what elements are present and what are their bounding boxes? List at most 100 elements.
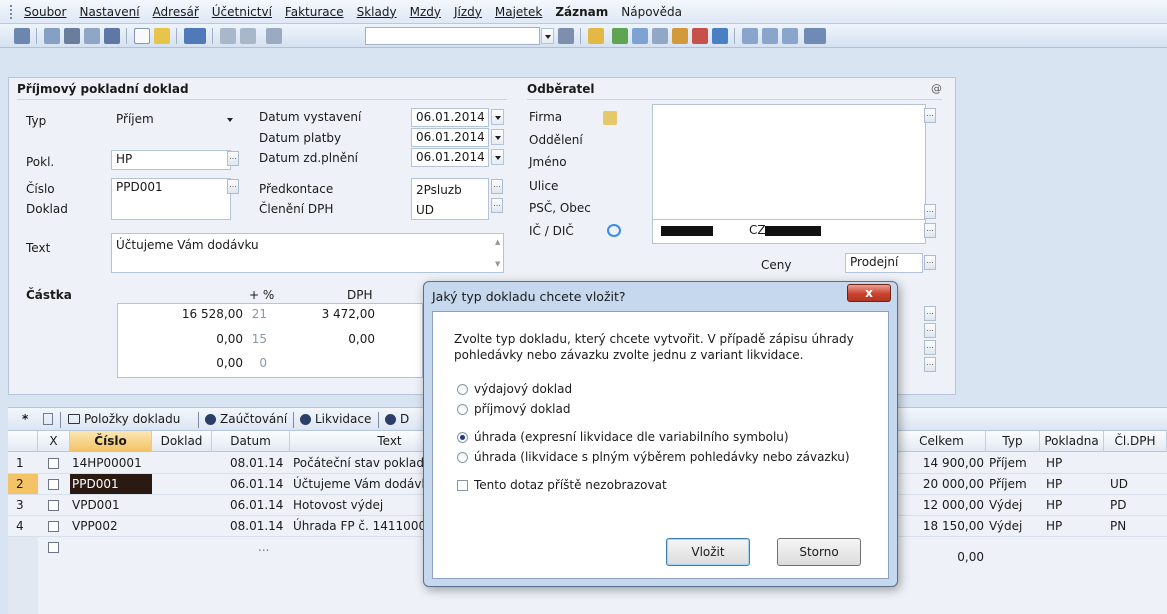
amount-base[interactable]: 0,00 [139,356,243,370]
extra-lookup-button-2[interactable]: ... [924,323,936,338]
new-record-marker[interactable]: * [22,412,28,426]
cleneni-lookup-button[interactable]: ... [491,198,503,213]
cell-celkem[interactable]: 12 000,00 [904,495,984,515]
cell-typ[interactable]: Výdej [989,516,1022,536]
copy-icon[interactable] [266,28,282,44]
cell-typ[interactable]: Příjem [989,474,1027,494]
row-checkbox[interactable] [48,521,59,532]
column-header-typ[interactable]: Typ [986,431,1040,452]
cell-text[interactable]: Hotovost výdej [293,495,428,515]
cell-cislo-selected[interactable]: PPD001 [70,474,152,494]
cell-pokladna[interactable]: HP [1046,516,1062,536]
menu-zaznam[interactable]: Záznam [555,5,608,19]
toolbar-search-field[interactable] [365,27,540,45]
option-uhrada-plny[interactable]: úhrada (likvidace s plným výběrem pohled… [457,450,850,464]
menu-jizdy[interactable]: Jízdy [454,5,482,19]
datum-vystaveni-input[interactable]: 06.01.2014 [411,108,489,127]
firma-lookup-button[interactable]: ... [924,108,936,123]
extra-lookup-button-4[interactable]: ... [924,357,936,372]
column-header-pokladna[interactable]: Pokladna [1040,431,1104,452]
scroll-down-icon[interactable]: ▼ [495,260,500,268]
cell-cldph[interactable]: PD [1110,495,1126,515]
cell-text[interactable]: Úhrada FP č. 141100001 [293,516,428,536]
menu-adresar[interactable]: Adresář [153,5,199,19]
column-header-doklad[interactable]: Doklad [152,431,212,452]
address-book-icon[interactable] [603,111,617,125]
cislo-lookup-button[interactable]: ... [227,179,239,194]
column-header-cislo[interactable]: Číslo [70,431,152,452]
back-arrow-icon[interactable] [184,28,206,44]
table-icon[interactable] [632,28,648,44]
datum-platby-dropdown[interactable] [491,129,504,145]
cell-cldph[interactable]: UD [1110,474,1128,494]
chevron-down-icon[interactable] [227,118,233,122]
menubar-grip[interactable] [10,4,14,19]
cell-cislo[interactable]: VPD001 [72,495,152,515]
row-checkbox[interactable] [48,479,59,490]
amount-dph[interactable]: 0,00 [289,332,375,346]
tool-icon[interactable] [612,28,628,44]
list-icon-3[interactable] [782,28,798,44]
dialog-close-button[interactable]: x [847,284,891,302]
cell-typ[interactable]: Příjem [989,453,1027,473]
menu-nastaveni[interactable]: Nastavení [79,5,139,19]
option-prijmovy[interactable]: příjmový doklad [457,402,570,416]
print-icon[interactable] [64,28,80,44]
toolbar-icon-1[interactable] [14,28,30,44]
ceny-input[interactable]: Prodejní [845,253,923,273]
cell-cislo[interactable]: VPP002 [72,516,152,536]
toolbar-field-dropdown[interactable] [541,28,554,44]
row-checkbox[interactable] [48,542,59,553]
typ-select[interactable]: Příjem [111,110,239,129]
cancel-button[interactable]: Storno [777,538,861,566]
column-header-cldph[interactable]: Čl.DPH [1104,431,1167,452]
menu-mzdy[interactable]: Mzdy [410,5,441,19]
column-header-datum[interactable]: Datum [212,431,290,452]
filter-icon[interactable] [43,413,53,425]
cell-text[interactable]: Účtujeme Vám dodávku [293,474,428,494]
pokl-lookup-button[interactable]: ... [227,151,239,166]
cell-datum[interactable]: 08.01.14 [230,516,283,536]
internet-icon[interactable] [607,224,621,237]
option-uhrada-expresni[interactable]: úhrada (expresní likvidace dle variabiln… [457,430,789,444]
cell-celkem[interactable]: 18 150,00 [904,516,984,536]
scroll-up-icon[interactable]: ▲ [495,238,500,246]
calc-icon[interactable] [652,28,668,44]
predkontace-input[interactable]: 2Psluzb UD [411,178,489,220]
insert-button[interactable]: Vložit [666,538,750,566]
cell-cislo[interactable]: 14HP00001 [72,453,152,473]
cell-celkem[interactable]: 20 000,00 [904,474,984,494]
cell-datum[interactable]: 06.01.14 [230,474,283,494]
cell-pokladna[interactable]: HP [1046,474,1062,494]
chart-icon[interactable] [692,28,708,44]
folder-icon[interactable] [588,28,604,44]
pokl-input[interactable]: HP [111,150,231,170]
tab-polozky[interactable]: Položky dokladu [68,412,180,426]
email-icon[interactable]: @ [931,82,942,95]
cell-datum[interactable]: 08.01.14 [230,453,283,473]
extra-lookup-button-3[interactable]: ... [924,340,936,355]
text-input[interactable]: Účtujeme Vám dodávku [111,233,504,273]
column-header-x[interactable]: X [38,431,70,452]
datum-zdplneni-dropdown[interactable] [491,149,504,165]
menu-napoveda[interactable]: Nápověda [621,5,682,19]
export-icon[interactable] [104,28,120,44]
menu-sklady[interactable]: Sklady [357,5,397,19]
menu-fakturace[interactable]: Fakturace [285,5,344,19]
extra-lookup-button-1[interactable]: ... [924,306,936,321]
cell-datum[interactable]: 06.01.14 [230,495,283,515]
amount-dph[interactable]: 3 472,00 [289,307,375,321]
cell-pokladna[interactable]: HP [1046,495,1062,515]
cislo-input[interactable]: PPD001 [111,178,231,220]
menu-ucetnictvi[interactable]: Účetnictví [212,5,272,19]
datum-vystaveni-dropdown[interactable] [491,109,504,125]
cell-typ[interactable]: Výdej [989,495,1022,515]
menu-soubor[interactable]: Soubor [24,5,66,19]
column-header-celkem[interactable]: Celkem [898,431,986,452]
menu-majetek[interactable]: Majetek [495,5,542,19]
tab-d[interactable]: D [385,412,409,426]
filter-icon[interactable] [558,28,574,44]
cell-pokladna[interactable]: HP [1046,453,1062,473]
preview-icon[interactable] [84,28,100,44]
people-icon[interactable] [672,28,688,44]
